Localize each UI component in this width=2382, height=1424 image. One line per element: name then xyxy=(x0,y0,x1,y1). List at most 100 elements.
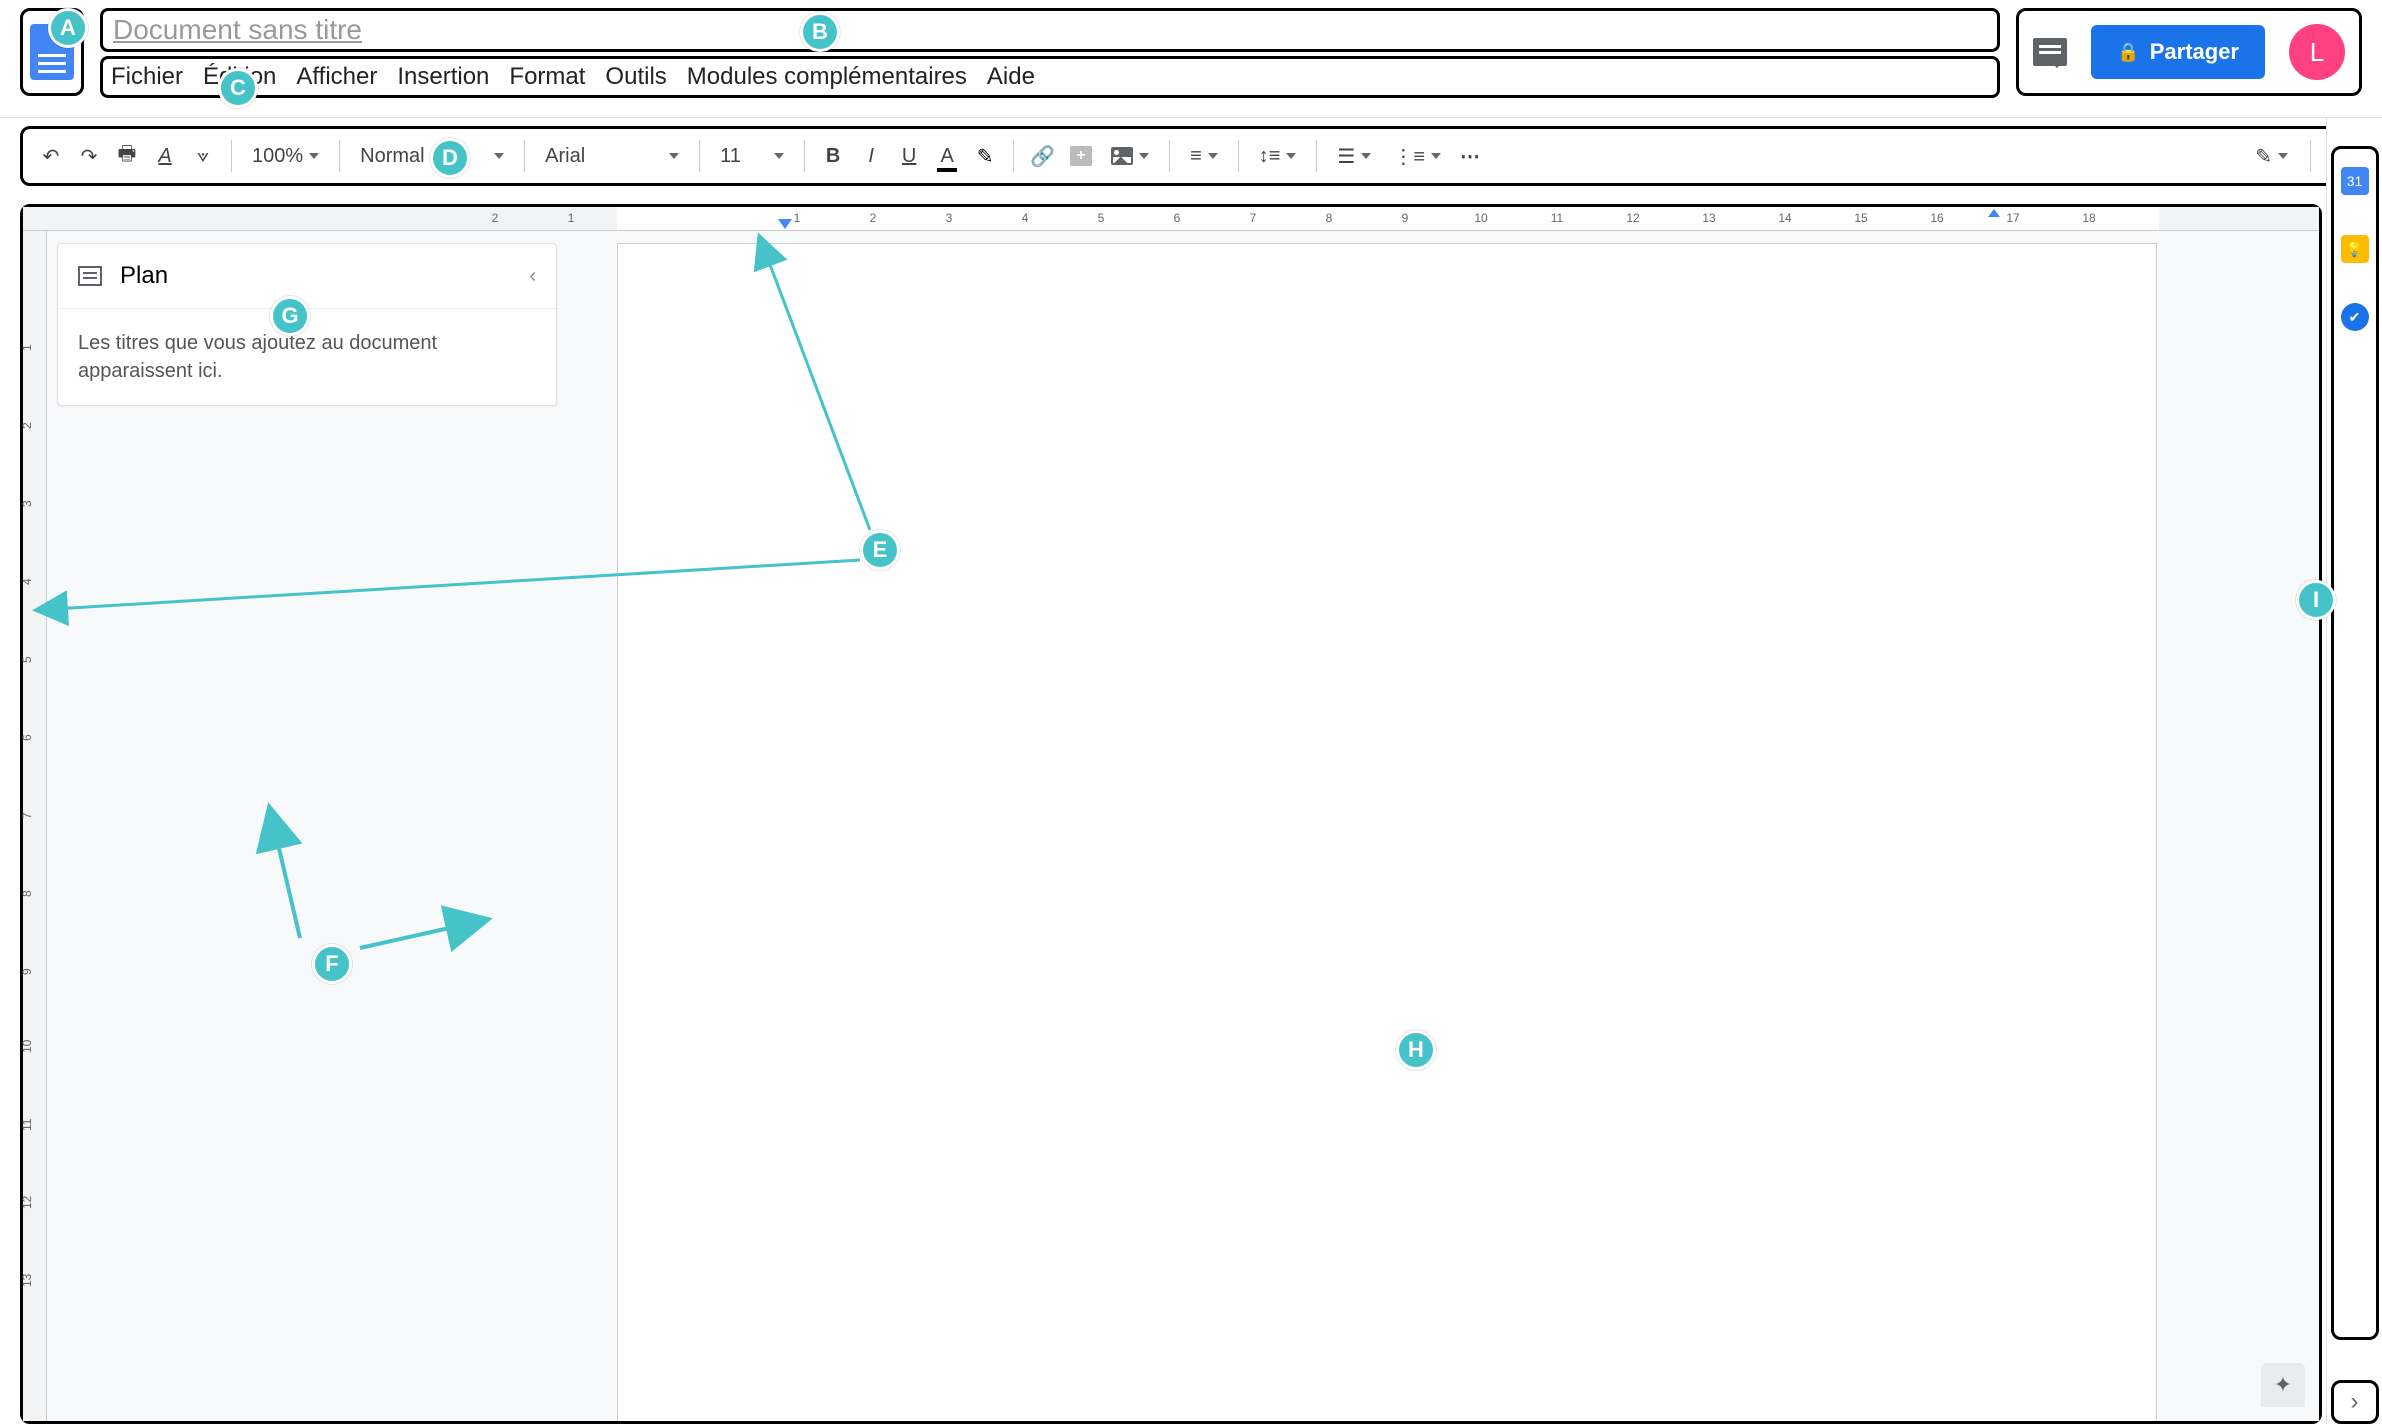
ruler-page-zone xyxy=(617,207,2159,230)
add-comment-button[interactable]: + xyxy=(1065,138,1097,174)
annotation-b: B xyxy=(800,12,840,52)
sep xyxy=(804,140,805,172)
document-page[interactable] xyxy=(617,243,2157,1421)
italic-button[interactable]: I xyxy=(855,138,887,174)
zoom-combo[interactable]: 100% xyxy=(244,138,327,174)
header-center: Document sans titre Fichier Édition Affi… xyxy=(100,8,2000,98)
annotation-e: E xyxy=(860,530,900,570)
text-color-button[interactable]: A xyxy=(931,138,963,174)
menu-file[interactable]: Fichier xyxy=(111,63,183,91)
menu-bar: Fichier Édition Afficher Insertion Forma… xyxy=(100,56,2000,98)
insert-link-button[interactable] xyxy=(1026,138,1059,174)
caret-icon xyxy=(2278,153,2288,159)
doc-title-box[interactable]: Document sans titre xyxy=(100,8,2000,52)
ruler-num: 11 xyxy=(1551,211,1563,225)
undo-button[interactable]: ↶ xyxy=(35,138,67,174)
underline-button[interactable]: U xyxy=(893,138,925,174)
font-value: Arial xyxy=(545,145,585,168)
menu-view[interactable]: Afficher xyxy=(296,63,377,91)
ruler-num: 8 xyxy=(20,890,34,897)
line-spacing-button[interactable]: ‌↕≡ xyxy=(1251,138,1305,174)
zoom-value: 100% xyxy=(252,145,303,168)
annotation-a: A xyxy=(48,8,88,48)
sep xyxy=(1169,140,1170,172)
sep xyxy=(1238,140,1239,172)
bold-button[interactable]: B xyxy=(817,138,849,174)
header-right: 🔒 Partager L xyxy=(2016,8,2362,96)
image-icon xyxy=(1111,147,1133,165)
sep xyxy=(231,140,232,172)
doc-title[interactable]: Document sans titre xyxy=(113,14,362,46)
font-combo[interactable]: Arial xyxy=(537,138,687,174)
menu-tools[interactable]: Outils xyxy=(605,63,666,91)
menu-format[interactable]: Format xyxy=(509,63,585,91)
share-button[interactable]: 🔒 Partager xyxy=(2091,25,2265,79)
share-label: Partager xyxy=(2150,39,2239,65)
header-bar: Document sans titre Fichier Édition Affi… xyxy=(0,0,2382,118)
outline-icon xyxy=(78,266,102,286)
caret-icon xyxy=(669,153,679,159)
menu-help[interactable]: Aide xyxy=(987,63,1035,91)
ruler-num: 1 xyxy=(568,211,575,225)
sep xyxy=(2310,140,2311,172)
ruler-num: 2 xyxy=(492,211,499,225)
menu-insert[interactable]: Insertion xyxy=(397,63,489,91)
ruler-num: 10 xyxy=(20,1040,34,1053)
caret-icon xyxy=(1139,153,1149,159)
menu-addons[interactable]: Modules complémentaires xyxy=(687,63,967,91)
horizontal-ruler[interactable]: 21123456789101112131415161718 xyxy=(23,207,2319,231)
print-button[interactable]: 🖶 xyxy=(111,138,143,174)
bulleted-list-button[interactable]: ⋮≡ xyxy=(1385,138,1449,174)
ruler-num: 12 xyxy=(20,1196,34,1209)
keep-addon[interactable]: 💡 xyxy=(2341,235,2369,263)
ruler-num: 1 xyxy=(794,211,801,225)
annotation-g: G xyxy=(270,296,310,336)
ruler-num: 10 xyxy=(1474,211,1487,225)
sep xyxy=(524,140,525,172)
vertical-ruler[interactable]: 12345678910111213 xyxy=(23,231,47,1421)
style-value: Normal xyxy=(360,145,424,168)
ruler-num: 17 xyxy=(2006,211,2019,225)
outline-title: Plan xyxy=(120,262,168,290)
open-comments-icon[interactable] xyxy=(2033,38,2067,66)
editing-mode-button[interactable]: ✎ xyxy=(2245,138,2298,174)
numbered-list-button[interactable]: ☰ xyxy=(1329,138,1379,174)
ruler-num: 3 xyxy=(20,500,34,507)
tasks-addon[interactable]: ✔ xyxy=(2341,303,2369,331)
explore-button[interactable]: ✦ xyxy=(2261,1363,2305,1407)
ruler-num: 7 xyxy=(1250,211,1257,225)
sep xyxy=(1316,140,1317,172)
ruler-num: 8 xyxy=(1326,211,1333,225)
ruler-num: 3 xyxy=(946,211,953,225)
right-margin-marker[interactable] xyxy=(1988,209,2000,217)
ruler-num: 15 xyxy=(1854,211,1867,225)
canvas-area: Plan ‹ Les titres que vous ajoutez au do… xyxy=(47,231,2319,1421)
caret-icon xyxy=(1208,153,1218,159)
redo-button[interactable]: ↷ xyxy=(73,138,105,174)
workspace: 21123456789101112131415161718 1234567891… xyxy=(20,204,2322,1424)
ruler-num: 18 xyxy=(2082,211,2095,225)
annotation-c: C xyxy=(218,68,258,108)
ruler-num: 9 xyxy=(1402,211,1409,225)
calendar-addon[interactable]: 31 xyxy=(2341,167,2369,195)
ruler-num: 12 xyxy=(1626,211,1639,225)
fontsize-combo[interactable]: 11 xyxy=(712,138,792,174)
more-tools-button[interactable]: ⋯ xyxy=(1455,138,1487,174)
paint-format-button[interactable]: ⟇ xyxy=(187,138,219,174)
outline-collapse-button[interactable]: ‹ xyxy=(529,265,536,288)
side-panel-collapse[interactable]: › xyxy=(2331,1380,2379,1424)
spellcheck-button[interactable]: A xyxy=(149,138,181,174)
caret-icon xyxy=(1361,153,1371,159)
side-panel: 31 💡 ✔ › xyxy=(2326,118,2382,1424)
indent-marker[interactable] xyxy=(778,219,792,229)
insert-image-button[interactable] xyxy=(1103,138,1157,174)
user-avatar[interactable]: L xyxy=(2289,24,2345,80)
ruler-num: 2 xyxy=(870,211,877,225)
ruler-num: 6 xyxy=(1174,211,1181,225)
align-button[interactable]: ≡ xyxy=(1182,138,1226,174)
ruler-num: 5 xyxy=(20,656,34,663)
highlight-button[interactable]: ✎ xyxy=(969,138,1001,174)
caret-icon xyxy=(774,153,784,159)
annotation-d: D xyxy=(430,138,470,178)
sep xyxy=(1013,140,1014,172)
